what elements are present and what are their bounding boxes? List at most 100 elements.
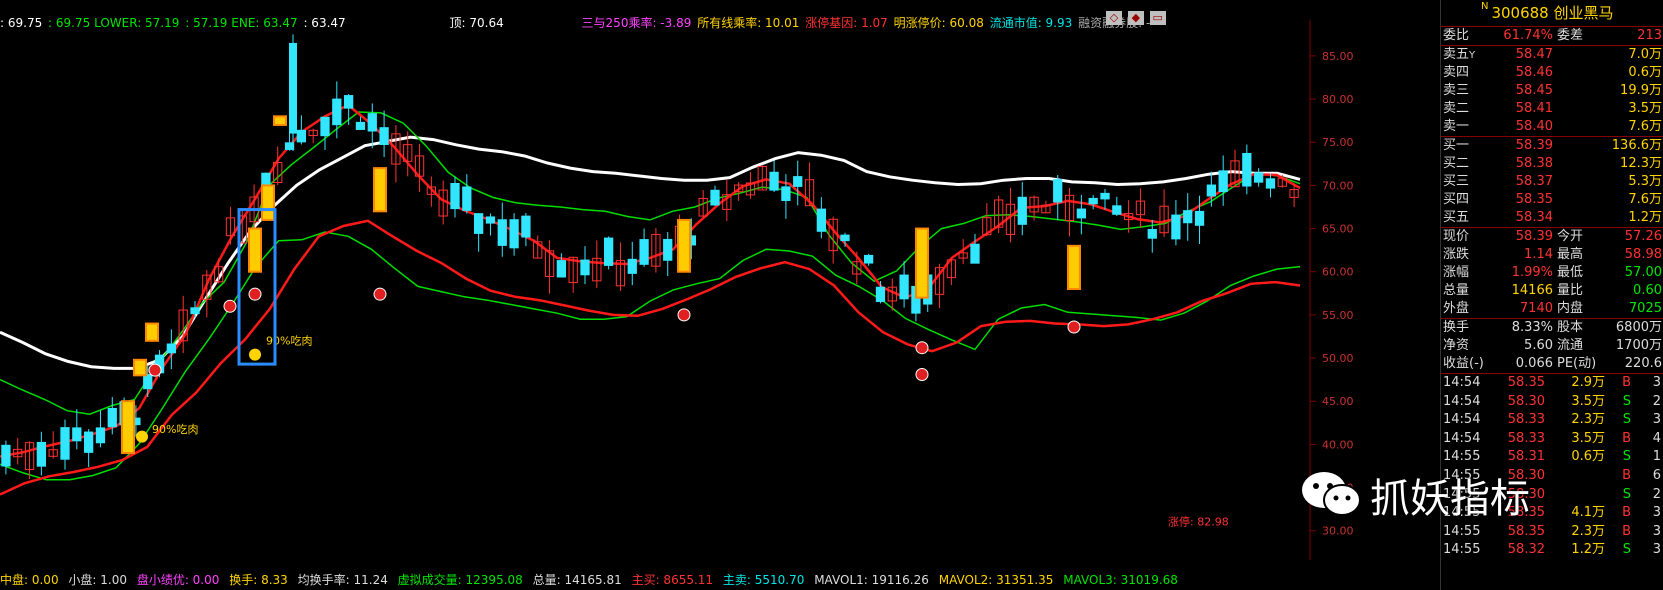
quote-label: 现价 <box>1443 229 1470 244</box>
tick-vol: 3.5万 <box>1571 430 1605 446</box>
red-signal-dot <box>915 367 929 381</box>
tick-count: 1 <box>1652 449 1661 465</box>
quote-label: 最高 <box>1557 247 1584 262</box>
buy-row: 买二 58.38 12.3万 <box>1441 155 1663 173</box>
sell-label: 卖二 <box>1443 101 1470 116</box>
candle-body <box>95 427 106 444</box>
quote-row: 现价 58.39 今开 57.26 <box>1441 228 1663 246</box>
buy-row: 买四 58.35 7.6万 <box>1441 191 1663 209</box>
candle-body <box>1254 172 1264 183</box>
weibi-row: 委比 61.74% 委差 213 <box>1441 27 1663 46</box>
bottom-item-11: MAVOL3: 31019.68 <box>1063 573 1178 587</box>
tick-time: 14:54 <box>1443 412 1481 428</box>
quote-label: 涨跌 <box>1443 247 1470 262</box>
sell-row: 卖四 58.46 0.6万 <box>1441 64 1663 82</box>
kline-chart[interactable]: : 69.75 : 69.75 LOWER: 57.19 : 57.19 ENE… <box>0 0 1440 590</box>
tick-count: 2 <box>1652 393 1661 409</box>
tick-count: 2 <box>1652 486 1661 502</box>
candle-body <box>332 98 342 126</box>
sell-row: 卖五Y 58.47 7.0万 <box>1441 46 1663 64</box>
candle-body <box>143 374 153 390</box>
candle-body <box>1088 197 1098 205</box>
candle-body <box>1 444 11 467</box>
quote-value: 1.99% <box>1511 265 1553 280</box>
quote-value: 7025 <box>1628 301 1662 316</box>
tick-vol <box>1545 467 1605 486</box>
candle-body <box>604 237 614 266</box>
y-tick-label: 80.00 <box>1322 93 1354 106</box>
tick-vol: 0.6万 <box>1571 449 1605 465</box>
candle-body <box>474 213 484 234</box>
candle-body <box>899 274 909 300</box>
tick-vol <box>1545 486 1605 505</box>
gold-candle <box>145 322 159 342</box>
y-tick-label: 40.00 <box>1322 438 1354 451</box>
fund-block: 换手 8.33% 股本 6800万 净资 5.60 流通 1700万 收益(-) 0.066 P… <box>1441 319 1663 374</box>
fund-row: 净资 5.60 流通 1700万 <box>1441 337 1663 355</box>
green-lower-band <box>0 231 1301 481</box>
quote-label: 最低 <box>1557 265 1584 280</box>
candle-body <box>107 408 117 428</box>
fund-value: 0.066 <box>1515 356 1553 371</box>
sell-vol: 0.6万 <box>1628 65 1662 80</box>
buy-price: 58.37 <box>1515 174 1553 189</box>
candle-body <box>60 427 70 460</box>
tick-side: S <box>1622 449 1631 465</box>
gold-candle <box>677 218 691 273</box>
candle-body <box>627 258 637 274</box>
candle-body <box>367 113 377 132</box>
green-upper-band <box>0 111 1301 415</box>
smiley-icon <box>136 430 148 443</box>
tick-time: 14:54 <box>1443 430 1481 446</box>
stock-badge: N <box>1481 1 1489 12</box>
sell-row: 卖一 58.40 7.6万 <box>1441 118 1663 136</box>
red-signal-dot <box>148 363 162 377</box>
stock-name: 创业黑马 <box>1553 4 1614 22</box>
fund-value: 6800万 <box>1615 320 1662 335</box>
tick-count: 3 <box>1652 412 1661 428</box>
tick-side: S <box>1622 412 1631 428</box>
weicha-label: 委差 <box>1557 28 1584 43</box>
candle-body <box>284 142 295 150</box>
smiley-icon <box>249 348 261 361</box>
y-tick-label: 30.00 <box>1322 525 1354 538</box>
quote-row: 涨跌 1.14 最高 58.98 <box>1441 246 1663 264</box>
candle-body <box>1076 208 1087 219</box>
tick-row: 14:54 58.30 3.5万 S 2 <box>1441 393 1663 412</box>
gold-candle <box>133 358 147 377</box>
red-upper-band <box>0 103 1301 458</box>
red-signal-dot <box>915 341 929 355</box>
fund-value: 220.6 <box>1624 356 1662 371</box>
buy-label: 买二 <box>1443 156 1470 171</box>
buy-vol: 7.6万 <box>1628 192 1662 207</box>
sell-row: 卖三 58.45 19.9万 <box>1441 82 1663 100</box>
quote-label: 外盘 <box>1443 301 1470 316</box>
candle-body <box>840 234 850 242</box>
fund-value: 1700万 <box>1615 338 1662 353</box>
chart-svg[interactable]: 85.00 80.00 75.00 70.00 65.00 60.00 55.00 50.00… <box>0 0 1440 570</box>
tick-side: B <box>1622 467 1631 483</box>
candle-body <box>1194 210 1205 226</box>
sell-label: 卖五 <box>1443 47 1470 62</box>
sell-row: 卖二 58.41 3.5万 <box>1441 100 1663 118</box>
buy-label: 买三 <box>1443 174 1470 189</box>
y-tick-label: 50.00 <box>1322 352 1354 365</box>
tick-side: S <box>1622 486 1631 502</box>
stock-header[interactable]: N 300688 创业黑马 <box>1441 0 1663 27</box>
bottom-item-9: MAVOL1: 19116.26 <box>814 573 929 587</box>
bottom-item-5: 虚拟成交量: 12395.08 <box>397 573 523 587</box>
buy-label: 买四 <box>1443 192 1470 207</box>
quote-row: 总量 14166 量比 0.60 <box>1441 282 1663 300</box>
quote-label: 总量 <box>1443 283 1470 298</box>
candle-body <box>344 95 354 109</box>
wechat-icon <box>1302 472 1361 516</box>
tick-vol: 2.9万 <box>1571 375 1605 390</box>
candle-body <box>84 431 94 453</box>
sell-vol: 7.6万 <box>1628 119 1662 134</box>
candle-body <box>639 239 649 265</box>
candle-body <box>497 219 507 246</box>
quote-value: 58.98 <box>1624 247 1662 262</box>
tick-side: B <box>1622 523 1631 539</box>
gold-candle <box>273 115 287 126</box>
quote-label: 今开 <box>1557 229 1584 244</box>
